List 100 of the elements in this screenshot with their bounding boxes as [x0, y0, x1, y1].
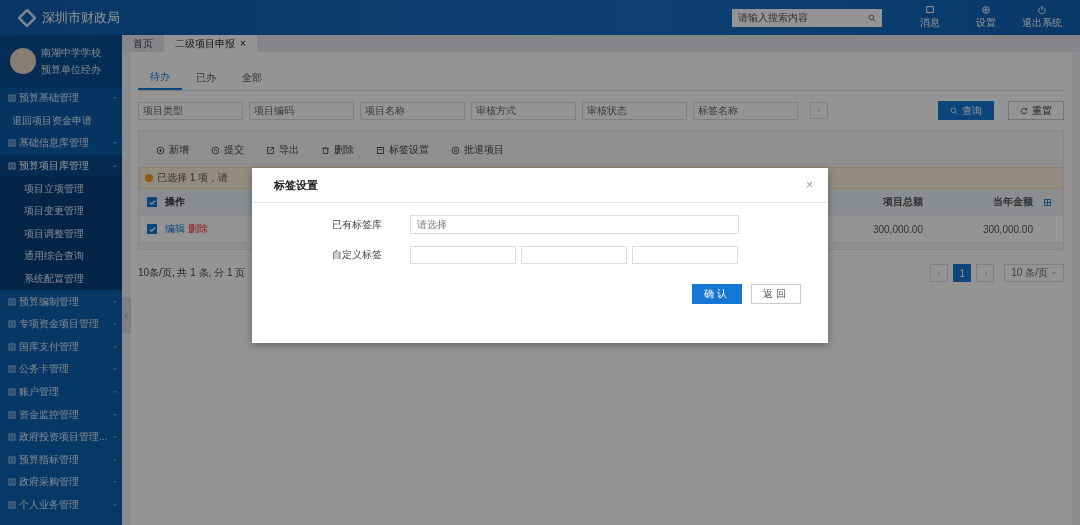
dialog-title: 标签设置: [274, 177, 318, 193]
toolbar-button[interactable]: 新增: [156, 143, 189, 157]
page-tab[interactable]: 首页: [122, 35, 164, 52]
filter-field[interactable]: 项目编码: [249, 101, 354, 120]
column-header: 项目总额: [882, 195, 924, 209]
status-tab[interactable]: 待办: [138, 66, 182, 90]
caret-icon: [112, 95, 118, 102]
caret-icon: [112, 456, 118, 463]
search-field[interactable]: 请输入搜索内容: [732, 8, 882, 27]
search-icon: [950, 106, 958, 115]
sidebar-item[interactable]: 退回项目资金申请: [0, 109, 122, 133]
sidebar-subitem[interactable]: 项目立项管理: [0, 177, 122, 200]
menu-icon: [8, 478, 16, 487]
chevron-left-icon: [935, 269, 943, 277]
header-action[interactable]: 消息: [902, 4, 958, 31]
next-page-button[interactable]: [976, 264, 995, 282]
toolbar-button[interactable]: 导出: [266, 143, 299, 157]
menu-icon: [8, 410, 16, 419]
close-icon[interactable]: ×: [240, 38, 246, 49]
caret-icon: [112, 321, 118, 328]
checkbox[interactable]: [147, 197, 157, 207]
sidebar-item[interactable]: 预算项目库管理: [0, 154, 122, 178]
sidebar-subitem[interactable]: 系统配置管理: [0, 267, 122, 291]
sidebar-item[interactable]: 个人业务管理: [0, 493, 122, 517]
add-icon: [156, 145, 165, 155]
tag-input[interactable]: [521, 246, 627, 264]
power-icon: [1037, 5, 1047, 15]
sidebar-subitem[interactable]: 项目变更管理: [0, 199, 122, 223]
toolbar-button[interactable]: 提交: [211, 143, 244, 157]
filter-field[interactable]: 项目类型: [138, 101, 243, 120]
menu-icon: [8, 139, 16, 148]
filter-field[interactable]: 标签名称: [693, 101, 798, 120]
tag-select[interactable]: 请选择: [410, 215, 739, 234]
reset-button[interactable]: 重置: [1008, 101, 1064, 120]
prev-page-button[interactable]: [930, 264, 949, 282]
pagination-summary: 10条/页, 共 1 条, 分 1 页: [138, 266, 246, 280]
status-tab[interactable]: 已办: [184, 66, 228, 90]
tag-input[interactable]: [410, 246, 516, 264]
sidebar-item[interactable]: 预算指标管理: [0, 448, 122, 472]
page-size-select[interactable]: 10 条/页: [1004, 264, 1064, 282]
field-label: 自定义标签: [332, 248, 383, 262]
caret-icon: [112, 479, 118, 486]
search-icon: [868, 13, 876, 22]
menu-icon: [8, 162, 16, 171]
caret-icon: [1051, 270, 1057, 276]
sidebar-item[interactable]: 国库支付管理: [0, 335, 122, 359]
submit-icon: [211, 145, 220, 155]
settings-icon: [981, 5, 991, 15]
collapse-handle[interactable]: [122, 297, 131, 333]
caret-icon: [112, 502, 118, 508]
search-button[interactable]: 查询: [938, 101, 994, 120]
caret-icon: [112, 163, 118, 170]
toolbar-button[interactable]: 删除: [321, 143, 354, 157]
column-header: 操作: [165, 195, 186, 209]
page-button[interactable]: 1: [953, 264, 972, 282]
sidebar-item[interactable]: 政府采购管理: [0, 471, 122, 494]
header-action[interactable]: 设置: [958, 4, 1014, 31]
sidebar-item[interactable]: 政府投资项目管理...: [0, 425, 122, 449]
sidebar-item[interactable]: 公务卡管理: [0, 358, 122, 381]
sidebar-item[interactable]: 账户管理: [0, 380, 122, 404]
table-cell-text: 300,000.00: [871, 223, 924, 235]
filter-field[interactable]: 项目名称: [360, 101, 465, 120]
filter-field[interactable]: 审核方式: [471, 101, 576, 120]
export-icon: [266, 145, 275, 155]
close-button[interactable]: ×: [806, 178, 813, 192]
avatar: [10, 48, 36, 74]
table-cell-text: 300,000.00: [981, 223, 1034, 235]
filter-field[interactable]: 审核状态: [582, 101, 687, 120]
back-button[interactable]: 返回: [751, 284, 801, 304]
message-icon: [925, 5, 935, 15]
column-header: 当年金额: [992, 195, 1034, 209]
edit-link[interactable]: 编辑: [165, 223, 185, 234]
columns-icon: [1043, 197, 1052, 207]
sidebar-item[interactable]: 预算基础管理: [0, 87, 122, 110]
menu-icon: [8, 455, 16, 464]
tag-input[interactable]: [632, 246, 738, 264]
trash-icon: [321, 145, 330, 155]
menu-icon: [8, 501, 16, 509]
menu-icon: [8, 342, 16, 351]
tag-icon: [376, 145, 385, 155]
toolbar-button[interactable]: 批退项目: [451, 143, 504, 157]
page-tab[interactable]: 二级项目申报 ×: [164, 35, 257, 52]
warning-icon: [145, 174, 153, 182]
confirm-button[interactable]: 确认: [692, 284, 742, 304]
caret-icon: [112, 366, 118, 373]
checkbox[interactable]: [147, 224, 157, 234]
app-title: 深圳市财政局: [42, 8, 120, 27]
header-action[interactable]: 退出系统: [1014, 4, 1070, 31]
toolbar-button[interactable]: 标签设置: [376, 143, 429, 157]
status-tab[interactable]: 全部: [230, 66, 274, 90]
sidebar-item[interactable]: 资金监控管理: [0, 403, 122, 426]
field-label: 已有标签库: [332, 217, 383, 232]
menu-icon: [8, 388, 16, 396]
delete-link[interactable]: 删除: [187, 223, 208, 234]
sidebar-subitem[interactable]: 通用综合查询: [0, 245, 122, 268]
sidebar-subitem[interactable]: 项目调整管理: [0, 222, 122, 246]
sidebar-item[interactable]: 专项资金项目管理: [0, 312, 122, 336]
user-role: 预算单位经办: [41, 62, 101, 77]
sidebar-item[interactable]: 预算编制管理: [0, 290, 122, 313]
sidebar-item[interactable]: 基础信息库管理: [0, 132, 122, 155]
